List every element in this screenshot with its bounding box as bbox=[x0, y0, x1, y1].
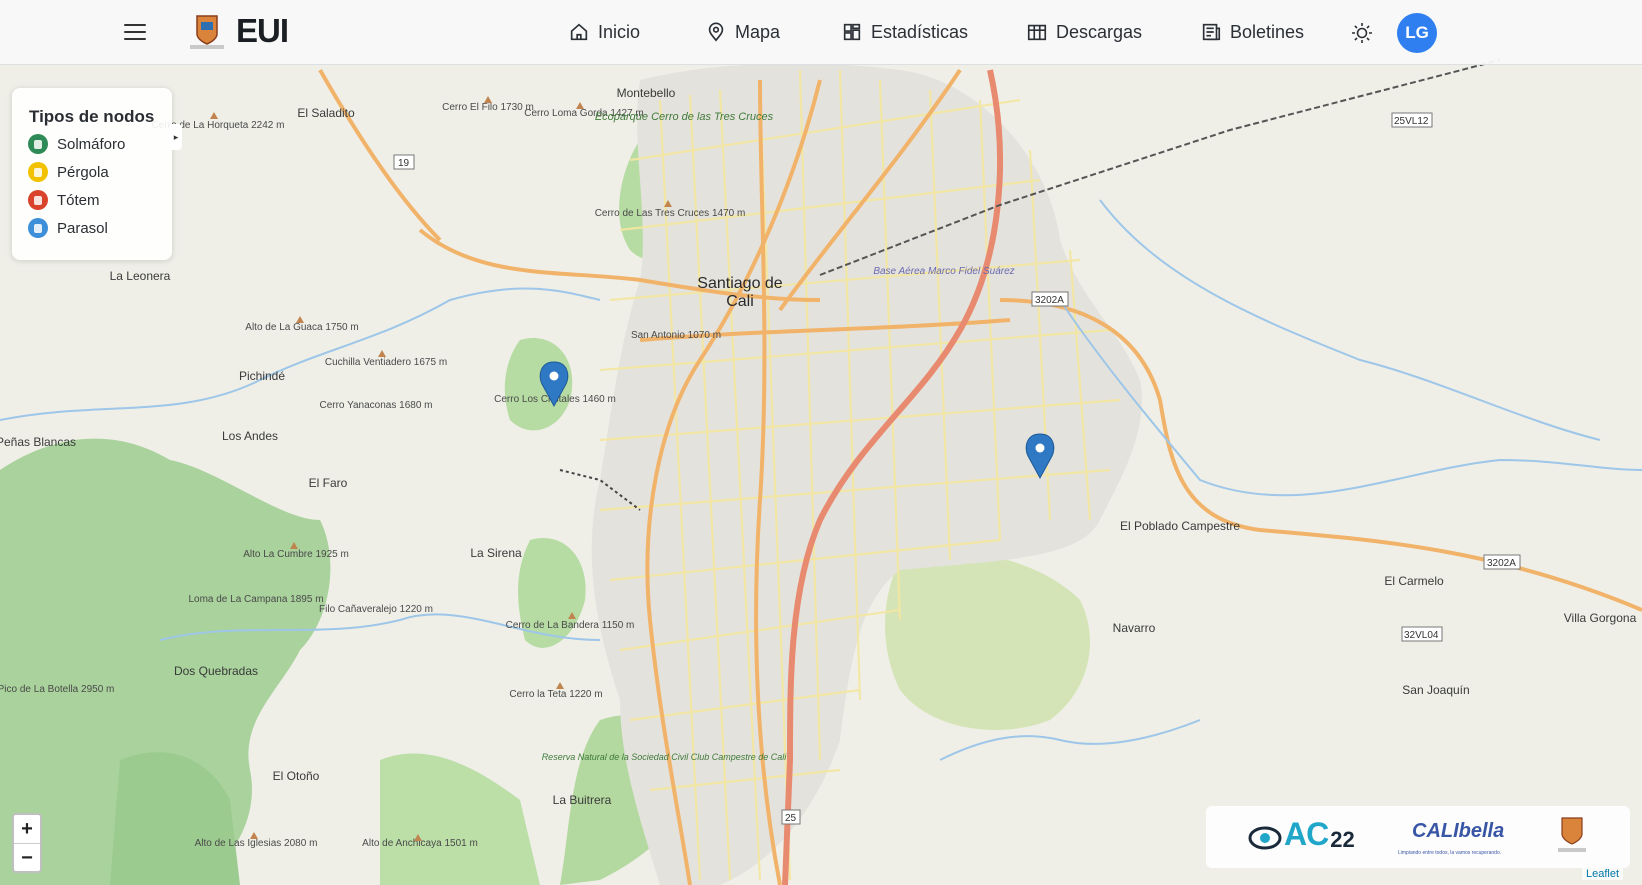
place-label: La Leonera bbox=[110, 269, 171, 283]
download-table-icon bbox=[1027, 24, 1047, 41]
ac22-logo: AC 22 bbox=[1284, 816, 1355, 853]
place-label: Dos Quebradas bbox=[174, 664, 258, 678]
road-shield: 19 bbox=[398, 158, 410, 169]
road-shield: 25 bbox=[785, 813, 797, 824]
peak-label: Cerro El Filo 1730 m bbox=[442, 102, 534, 113]
sun-icon[interactable] bbox=[1350, 21, 1374, 45]
pergola-icon bbox=[28, 162, 48, 182]
legend-item-pergola: Pérgola bbox=[28, 162, 109, 182]
peak-label: Loma de La Campana 1895 m bbox=[188, 594, 323, 605]
ac22-logo-number: 22 bbox=[1330, 826, 1355, 852]
legend-label: Pérgola bbox=[57, 163, 109, 181]
solmaforo-icon bbox=[28, 134, 48, 154]
airbase-label: Base Aérea Marco Fidel Suárez bbox=[873, 266, 1014, 277]
peak-label: Cerro de La Bandera 1150 m bbox=[506, 620, 635, 631]
reserve-label: Reserva Natural de la Sociedad Civil Clu… bbox=[542, 752, 788, 762]
city-label: Santiago de bbox=[697, 275, 783, 292]
map-canvas[interactable]: 19 3202A 3202A 25VL12 32VL04 25 Santiago… bbox=[0, 0, 1642, 885]
legend-item-solmaforo: Solmáforo bbox=[28, 134, 125, 154]
peak-label: Alto La Cumbre 1925 m bbox=[243, 549, 349, 560]
calibella-logo: CALIbella bbox=[1412, 820, 1505, 842]
user-avatar[interactable]: LG bbox=[1397, 13, 1437, 53]
peak-label: Filo Cañaveralejo 1220 m bbox=[319, 604, 433, 615]
place-label: El Carmelo bbox=[1384, 574, 1444, 588]
place-label: El Poblado Campestre bbox=[1120, 519, 1240, 533]
nav-item-inicio[interactable]: Inicio bbox=[568, 0, 640, 64]
totem-icon bbox=[28, 190, 48, 210]
peak-label: Alto de La Guaca 1750 m bbox=[245, 322, 358, 333]
nav-item-descargas[interactable]: Descargas bbox=[1026, 0, 1142, 64]
map-pin-icon bbox=[708, 22, 724, 42]
ac22-logo-text: AC bbox=[1284, 816, 1329, 852]
legend-collapse-toggle[interactable]: ▸ bbox=[170, 124, 182, 150]
road-shield: 25VL12 bbox=[1394, 116, 1429, 127]
road-shield: 32VL04 bbox=[1404, 630, 1439, 641]
place-label: El Saladito bbox=[297, 106, 355, 120]
place-label: Montebello bbox=[617, 86, 676, 100]
top-navbar: EUI Inicio Mapa Estadísticas Descargas B… bbox=[0, 0, 1642, 65]
peak-label: Cuchilla Ventiadero 1675 m bbox=[325, 357, 447, 368]
home-icon bbox=[570, 23, 588, 41]
place-label: Navarro bbox=[1113, 621, 1156, 635]
nav-label: Boletines bbox=[1230, 21, 1305, 42]
zoom-control: + − bbox=[12, 813, 42, 873]
legend-title: Tipos de nodos bbox=[29, 107, 155, 126]
peak-label: Alto de Las Iglesias 2080 m bbox=[195, 838, 318, 849]
nav-item-mapa[interactable]: Mapa bbox=[705, 0, 780, 64]
legend-item-parasol: Parasol bbox=[28, 218, 108, 238]
parasol-icon bbox=[28, 218, 48, 238]
calibella-tagline: Limpiando entre todos, la vamos recupera… bbox=[1398, 850, 1502, 856]
city-crest-small-logo bbox=[1558, 817, 1586, 852]
legend-label: Solmáforo bbox=[57, 135, 126, 153]
place-label: Pichindé bbox=[239, 369, 285, 383]
nav-label: Mapa bbox=[735, 21, 781, 42]
nav-item-boletines[interactable]: Boletines bbox=[1200, 0, 1304, 64]
node-types-legend: Tipos de nodos Solmáforo Pérgola Tótem P… bbox=[12, 88, 172, 260]
eye-logo-icon bbox=[1248, 826, 1282, 850]
park-label: Ecoparque Cerro de las Tres Cruces bbox=[595, 111, 774, 123]
road-shield: 3202A bbox=[1487, 558, 1516, 569]
leaflet-attribution-link[interactable]: Leaflet bbox=[1582, 868, 1624, 880]
road-shield: 3202A bbox=[1035, 295, 1064, 306]
zoom-in-button[interactable]: + bbox=[14, 815, 40, 843]
place-label: La Sirena bbox=[470, 546, 522, 560]
legend-label: Parasol bbox=[57, 219, 108, 237]
place-label: San Joaquín bbox=[1402, 683, 1469, 697]
city-label: Cali bbox=[726, 293, 754, 310]
peak-label: Cerro Yanaconas 1680 m bbox=[319, 400, 432, 411]
app-brand-title[interactable]: EUI bbox=[236, 12, 289, 50]
nav-item-estadisticas[interactable]: Estadísticas bbox=[841, 0, 968, 64]
legend-label: Tótem bbox=[57, 191, 100, 209]
place-label: Villa Gorgona bbox=[1564, 611, 1637, 625]
nav-label: Descargas bbox=[1056, 21, 1143, 42]
hamburger-menu-icon[interactable] bbox=[124, 24, 146, 42]
place-label: La Buitrera bbox=[553, 793, 612, 807]
dashboard-icon bbox=[843, 23, 861, 41]
newsletter-icon bbox=[1202, 23, 1221, 41]
city-crest-logo[interactable] bbox=[188, 14, 226, 50]
peak-label: San Antonio 1070 m bbox=[631, 330, 721, 341]
legend-item-totem: Tótem bbox=[28, 190, 100, 210]
nav-label: Estadísticas bbox=[871, 21, 969, 42]
peak-label: Pico de La Botella 2950 m bbox=[0, 684, 114, 695]
zoom-out-button[interactable]: − bbox=[14, 843, 40, 872]
partner-logos-panel: AC 22 CALIbella Limpiando entre todos, l… bbox=[1206, 806, 1630, 868]
place-label: El Otoño bbox=[273, 769, 320, 783]
place-label: Peñas Blancas bbox=[0, 435, 76, 449]
place-label: El Faro bbox=[309, 476, 348, 490]
nav-label: Inicio bbox=[598, 21, 641, 42]
place-label: Los Andes bbox=[222, 429, 278, 443]
peak-label: Cerro de Las Tres Cruces 1470 m bbox=[595, 208, 746, 219]
peak-label: Cerro la Teta 1220 m bbox=[509, 689, 602, 700]
